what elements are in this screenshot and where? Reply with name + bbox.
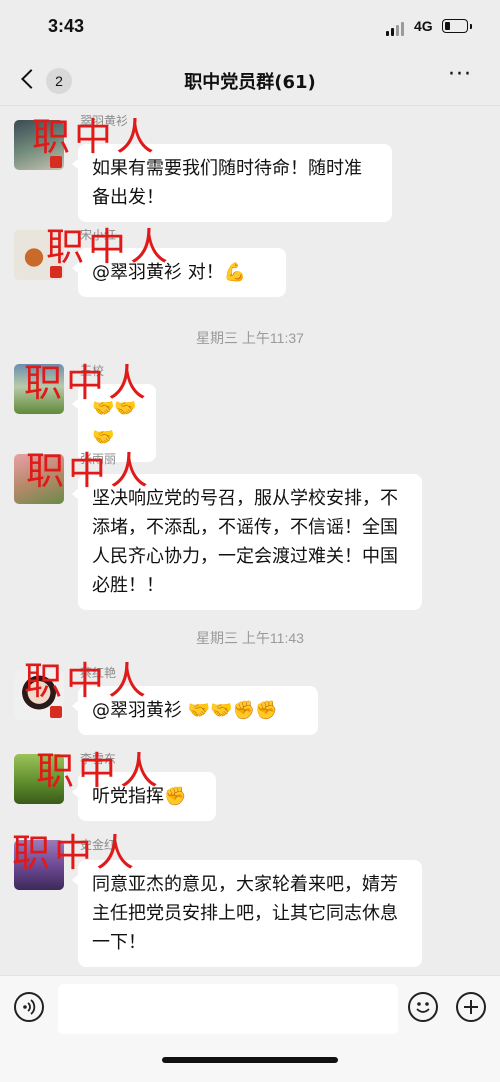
message-bubble[interactable]: 听党指挥✊ <box>72 772 216 821</box>
avatar[interactable] <box>14 840 64 890</box>
message-item: 蔡红艳 @翠羽黄衫 🤝🤝✊✊ 职中人 <box>0 659 500 742</box>
sender-name: 宋小红 <box>80 228 117 242</box>
sender-name: 蔡红艳 <box>80 666 117 680</box>
sender-name: 张雨丽 <box>80 452 117 466</box>
message-bubble[interactable]: @翠羽黄衫 对！💪 <box>72 248 286 297</box>
status-bar: 3:43 4G <box>0 0 500 56</box>
sender-name: 李雪东 <box>80 752 117 766</box>
sender-name: 翠羽黄衫 <box>80 114 129 128</box>
input-bar <box>0 975 500 1082</box>
message-item: 张雨丽 坚决响应党的号召，服从学校安排，不添堵，不添乱，不谣传，不信谣！全国人民… <box>0 448 500 610</box>
voice-icon[interactable] <box>14 992 44 1022</box>
battery-icon <box>442 19 472 33</box>
timestamp: 星期三 上午11:37 <box>196 330 304 346</box>
message-bubble[interactable]: 如果有需要我们随时待命！随时准备出发！ <box>72 144 392 222</box>
chat-header: 2 职中党员群(61) ··· <box>0 56 500 106</box>
message-item: 王校 🤝🤝🤝 职中人 <box>0 360 500 462</box>
avatar[interactable] <box>14 364 64 414</box>
emoji-icon[interactable] <box>408 992 438 1022</box>
message-item: 史金红 同意亚杰的意见，大家轮着来吧，婧芳主任把党员安排上吧，让其它同志休息一下… <box>0 831 500 967</box>
message-item: 翠羽黄衫 如果有需要我们随时待命！随时准备出发！ 职中人 <box>0 112 500 222</box>
signal-icon <box>386 22 408 36</box>
message-item: 宋小红 @翠羽黄衫 对！💪 职中人 <box>0 222 500 302</box>
home-indicator <box>162 1057 338 1063</box>
message-bubble[interactable]: @翠羽黄衫 🤝🤝✊✊ <box>72 686 318 735</box>
timestamp: 星期三 上午11:43 <box>196 630 304 646</box>
flag-icon <box>50 266 62 278</box>
avatar[interactable] <box>14 754 64 804</box>
message-bubble[interactable]: 坚决响应党的号召，服从学校安排，不添堵，不添乱，不谣传，不信谣！全国人民齐心协力… <box>72 474 422 610</box>
sender-name: 史金红 <box>80 838 117 852</box>
plus-icon[interactable] <box>456 992 486 1022</box>
message-bubble[interactable]: 同意亚杰的意见，大家轮着来吧，婧芳主任把党员安排上吧，让其它同志休息一下！ <box>72 860 422 967</box>
message-input[interactable] <box>58 984 398 1034</box>
flag-icon <box>50 706 62 718</box>
flag-icon <box>50 156 62 168</box>
more-button[interactable]: ··· <box>446 64 474 90</box>
message-item: 李雪东 听党指挥✊ 职中人 <box>0 748 500 828</box>
avatar[interactable] <box>14 454 64 504</box>
sender-name: 王校 <box>80 364 105 378</box>
network-type: 4G <box>414 18 433 34</box>
chat-title: 职中党员群(61) <box>184 72 316 93</box>
status-time: 3:43 <box>48 16 85 36</box>
header-divider <box>0 105 500 106</box>
